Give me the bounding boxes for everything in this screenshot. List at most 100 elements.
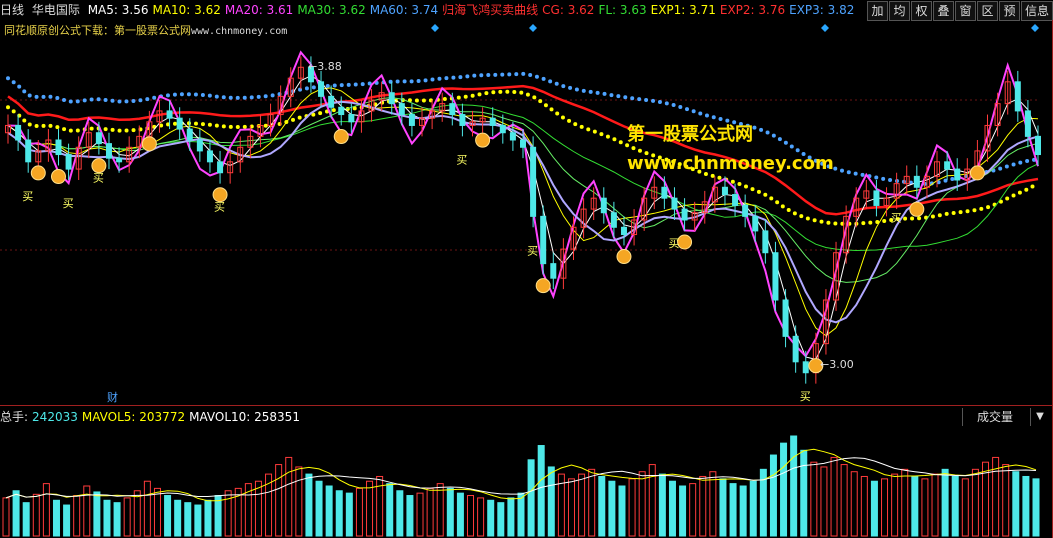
volume-bar[interactable] [497, 502, 505, 537]
candle[interactable] [408, 114, 415, 126]
volume-bar[interactable] [971, 468, 979, 537]
event-diamond-icon[interactable] [529, 24, 537, 32]
volume-bar[interactable] [22, 502, 30, 537]
volume-bar[interactable] [820, 466, 828, 537]
volume-bar[interactable] [830, 456, 838, 537]
candle[interactable] [116, 157, 123, 163]
volume-bar[interactable] [1022, 475, 1030, 537]
volume-bar[interactable] [658, 473, 666, 537]
candle[interactable] [328, 95, 335, 108]
volume-bar[interactable] [446, 487, 454, 537]
indicator-selector[interactable]: 成交量 [962, 408, 1027, 426]
volume-bar[interactable] [224, 490, 232, 537]
candle[interactable] [913, 175, 920, 188]
candle[interactable] [55, 139, 62, 156]
volume-bar[interactable] [477, 497, 485, 537]
event-diamond-icon[interactable] [821, 24, 829, 32]
volume-bar[interactable] [668, 480, 676, 537]
volume-bar[interactable] [729, 483, 737, 537]
candle[interactable] [15, 124, 22, 141]
volume-bar[interactable] [194, 504, 202, 537]
candle[interactable] [792, 335, 799, 363]
volume-bar[interactable] [456, 492, 464, 537]
candle[interactable] [176, 117, 183, 130]
candle[interactable] [550, 263, 557, 279]
candle[interactable] [954, 168, 961, 181]
volume-bar[interactable] [699, 475, 707, 537]
event-diamond-icon[interactable] [431, 24, 439, 32]
candle[interactable] [217, 161, 224, 174]
candle[interactable] [65, 154, 72, 170]
volume-bar[interactable] [628, 478, 636, 537]
volume-bar[interactable] [254, 480, 262, 537]
volume-bar[interactable] [305, 473, 313, 537]
candle[interactable] [338, 106, 345, 116]
finance-marker[interactable]: 财 [107, 389, 118, 405]
volume-bar[interactable] [598, 475, 606, 537]
volume-bar[interactable] [921, 478, 929, 537]
candle[interactable] [671, 197, 678, 210]
volume-bar[interactable] [881, 478, 889, 537]
volume-bar[interactable] [507, 497, 515, 537]
candle[interactable] [1014, 81, 1021, 112]
volume-bar[interactable] [527, 459, 535, 537]
volume-bar[interactable] [63, 504, 71, 537]
candle[interactable] [196, 139, 203, 152]
chevron-down-icon[interactable]: ▼ [1030, 408, 1049, 426]
volume-bar[interactable] [153, 487, 161, 537]
volume-bar[interactable] [2, 497, 10, 537]
volume-bar[interactable] [103, 499, 111, 537]
volume-bar[interactable] [436, 483, 444, 537]
volume-bar[interactable] [951, 475, 959, 537]
volume-bar[interactable] [901, 468, 909, 537]
candle[interactable] [681, 208, 688, 221]
candle[interactable] [520, 139, 526, 148]
volume-bar[interactable] [638, 471, 646, 537]
volume-bar[interactable] [608, 480, 616, 537]
volume-bar[interactable] [578, 473, 586, 537]
volume-bar[interactable] [810, 461, 818, 537]
candle[interactable] [348, 114, 355, 123]
volume-bar[interactable] [1032, 478, 1040, 537]
volume-bar[interactable] [689, 483, 697, 537]
volume-bar[interactable] [850, 471, 858, 537]
volume-bar[interactable] [941, 468, 949, 537]
volume-bar[interactable] [396, 490, 404, 537]
candle[interactable] [802, 361, 809, 374]
volume-bar[interactable] [709, 471, 717, 537]
volume-bar[interactable] [931, 473, 939, 537]
candle[interactable] [1035, 135, 1041, 156]
volume-bar[interactable] [285, 456, 293, 537]
volume-bar[interactable] [588, 468, 596, 537]
volume-bar[interactable] [719, 478, 727, 537]
volume-bar[interactable] [406, 495, 414, 537]
volume-bar[interactable] [749, 480, 757, 537]
volume-bar[interactable] [517, 492, 525, 537]
volume-bar[interactable] [618, 485, 626, 537]
candle[interactable] [620, 226, 627, 236]
volume-bar[interactable] [739, 485, 747, 537]
price-chart[interactable]: 买买买买买买买买买 [0, 0, 1053, 405]
volume-bar[interactable] [214, 495, 222, 537]
candle[interactable] [388, 92, 395, 105]
volume-bar[interactable] [800, 449, 808, 537]
volume-bar[interactable] [325, 485, 333, 537]
candle[interactable] [721, 186, 728, 196]
candle[interactable] [540, 215, 547, 265]
volume-bar[interactable] [335, 490, 343, 537]
candle[interactable] [318, 81, 325, 97]
candle[interactable] [530, 146, 537, 217]
candle[interactable] [105, 143, 112, 159]
candle[interactable] [762, 230, 769, 254]
volume-bar[interactable] [315, 480, 323, 537]
candle[interactable] [166, 110, 173, 119]
volume-bar[interactable] [355, 487, 363, 537]
volume-bar[interactable] [911, 475, 919, 537]
volume-bar[interactable] [870, 480, 878, 537]
candle[interactable] [509, 132, 516, 141]
candle[interactable] [944, 161, 951, 170]
candle[interactable] [742, 204, 749, 217]
volume-bar[interactable] [840, 464, 848, 537]
volume-bar[interactable] [426, 487, 434, 537]
volume-bar[interactable] [679, 485, 687, 537]
